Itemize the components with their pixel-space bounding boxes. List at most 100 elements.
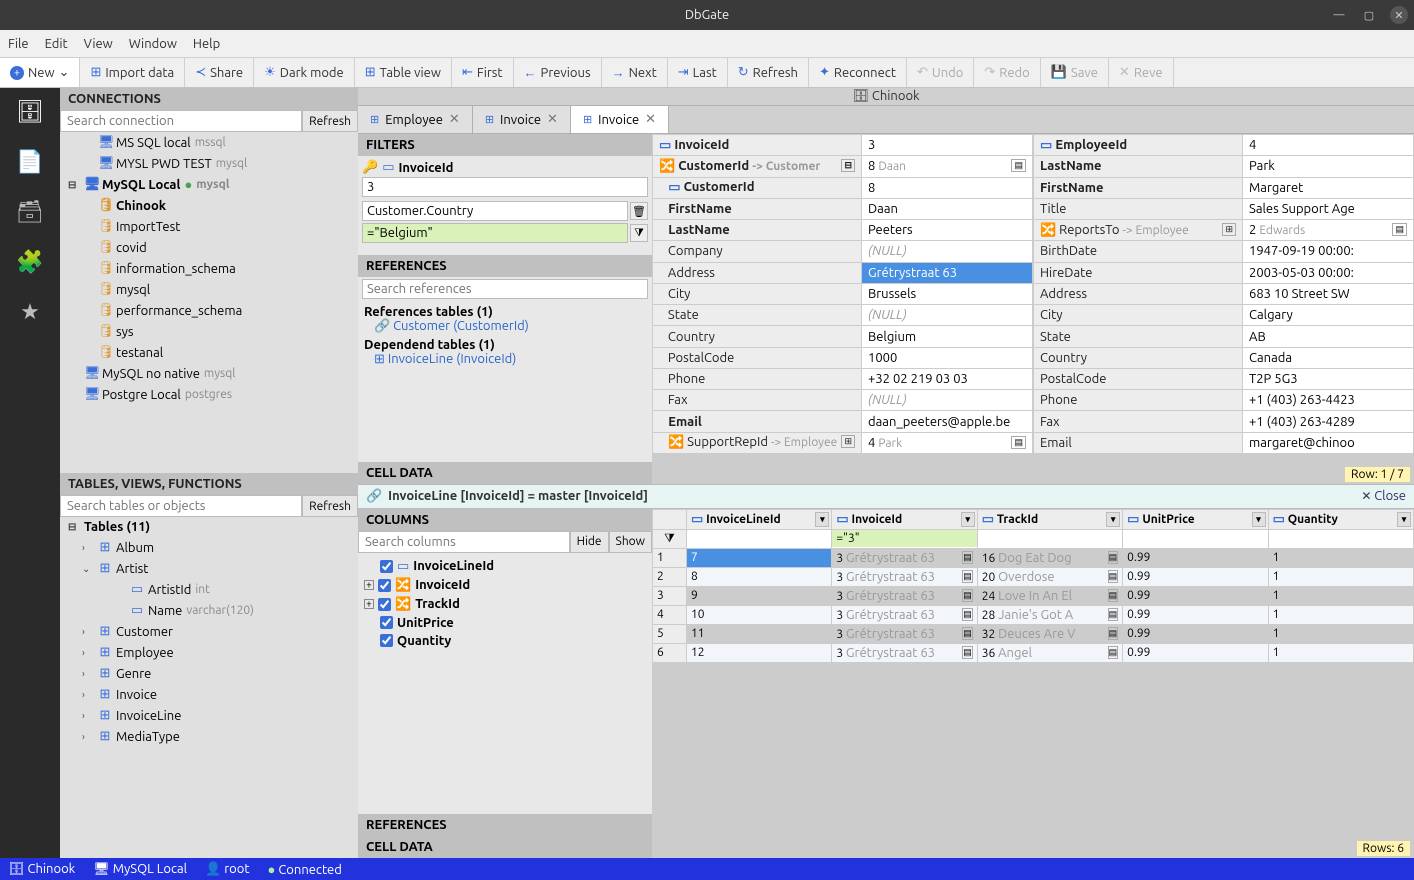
record-field-value[interactable]: 1947-09-19 00:00: <box>1243 241 1414 262</box>
column-item[interactable]: Quantity <box>364 632 646 650</box>
column-header[interactable]: ▭ UnitPrice▾ <box>1123 509 1268 529</box>
record-field-value[interactable]: 3 <box>862 135 1033 156</box>
column-item[interactable]: + 🔀 TrackId <box>364 595 646 614</box>
toolbar-reconnect-button[interactable]: ✦Reconnect <box>809 58 907 87</box>
expand-icon[interactable]: ⊟ <box>68 521 80 533</box>
record-field-value[interactable]: Margaret <box>1243 177 1414 198</box>
window-close-button[interactable]: ✕ <box>1390 6 1408 24</box>
window-maximize-button[interactable]: ▢ <box>1360 6 1378 24</box>
grid-cell[interactable]: 32 Deuces Are V▤ <box>977 624 1122 643</box>
filter-cell[interactable]: ⧩ <box>687 529 832 548</box>
grid-cell[interactable]: 3 Grétrystraat 63▤ <box>832 643 977 662</box>
form-icon[interactable]: ▤ <box>962 570 973 583</box>
filter-remove-button[interactable]: 🗑 <box>630 202 648 220</box>
sidebar-database-icon[interactable]: 🗄 <box>16 98 44 126</box>
expand-icon[interactable]: › <box>82 689 94 700</box>
record-field-label[interactable]: Country <box>653 326 862 347</box>
grid-cell[interactable]: 1 <box>1268 567 1413 586</box>
column-checkbox[interactable] <box>380 616 393 629</box>
table-item[interactable]: ⌄⊞Artist <box>60 558 358 579</box>
grid-cell[interactable]: 0.99 <box>1123 586 1268 605</box>
columns-search-input[interactable] <box>358 531 570 553</box>
connection-item[interactable]: 🛢covid <box>60 237 358 258</box>
form-icon[interactable]: ▤ <box>1108 570 1119 583</box>
toolbar-revert-button[interactable]: ✕Reve <box>1109 58 1174 87</box>
column-header[interactable]: ▭ Quantity▾ <box>1268 509 1413 529</box>
toolbar-first-button[interactable]: ⇤First <box>452 58 514 87</box>
expand-icon[interactable]: + <box>364 580 374 590</box>
tables-search-input[interactable] <box>60 495 302 517</box>
record-field-label[interactable]: Address <box>653 262 862 283</box>
form-icon[interactable]: ▤ <box>1108 646 1119 659</box>
menu-view[interactable]: View <box>84 37 113 51</box>
connections-search-input[interactable] <box>60 110 302 132</box>
form-icon[interactable]: ▤ <box>1011 436 1026 449</box>
record-field-value[interactable]: 8 <box>862 177 1033 198</box>
record-field-value[interactable]: (NULL) <box>862 305 1033 326</box>
filter-input[interactable] <box>978 530 1123 547</box>
columns-show-button[interactable]: Show <box>609 531 652 553</box>
connection-item[interactable]: 🛢sys <box>60 321 358 342</box>
tables-tree[interactable]: ⊟Tables (11)›⊞Album ⌄⊞Artist ▭ArtistId i… <box>60 517 358 858</box>
toolbar-save-button[interactable]: 💾Save <box>1041 58 1109 87</box>
column-header[interactable]: ▭ TrackId▾ <box>977 509 1122 529</box>
form-icon[interactable]: ▤ <box>962 608 973 621</box>
grid-cell[interactable]: 1 <box>1268 586 1413 605</box>
filter-input[interactable] <box>832 530 977 547</box>
tables-refresh-button[interactable]: Refresh <box>302 495 358 517</box>
record-field-label[interactable]: Company <box>653 241 862 262</box>
record-field-label[interactable]: State <box>1034 326 1243 347</box>
connections-refresh-button[interactable]: Refresh <box>302 110 358 132</box>
close-icon[interactable]: ✕ <box>449 112 460 127</box>
filter-input-customer-country[interactable] <box>362 223 628 243</box>
record-field-label[interactable]: HireDate <box>1034 262 1243 283</box>
column-checkbox[interactable] <box>378 598 391 611</box>
record-field-label[interactable]: 🔀 CustomerId -> Customer⊟ <box>653 156 862 177</box>
dep-tables-link[interactable]: InvoiceLine (InvoiceId) <box>388 352 516 366</box>
connections-tree[interactable]: 🖥MS SQL local mssql🖥MYSL PWD TEST mysql⊟… <box>60 132 358 473</box>
expand-icon[interactable]: › <box>82 542 94 553</box>
grid-cell[interactable]: 16 Dog Eat Dog▤ <box>977 548 1122 567</box>
connection-item[interactable]: 🛢testanal <box>60 342 358 363</box>
connection-item[interactable]: 🛢ImportTest <box>60 216 358 237</box>
row-number[interactable]: 2 <box>653 567 687 586</box>
record-field-label[interactable]: FirstName <box>653 198 862 219</box>
grid-cell[interactable]: 1 <box>1268 624 1413 643</box>
grid-cell[interactable]: 9 <box>687 586 832 605</box>
ref-tables-link[interactable]: Customer (CustomerId) <box>393 319 529 333</box>
record-field-label[interactable]: PostalCode <box>1034 368 1243 389</box>
expand-icon[interactable]: ⊞ <box>1222 223 1236 236</box>
record-field-label[interactable]: State <box>653 305 862 326</box>
column-header[interactable]: ▭ InvoiceId▾ <box>832 509 977 529</box>
form-icon[interactable]: ▤ <box>962 551 973 564</box>
sidebar-favorite-icon[interactable]: ★ <box>16 298 44 326</box>
expand-icon[interactable]: › <box>82 668 94 679</box>
expand-icon[interactable]: › <box>82 731 94 742</box>
expand-icon[interactable]: ⊟ <box>68 179 80 191</box>
row-number[interactable]: 6 <box>653 643 687 662</box>
toolbar-import-button[interactable]: ⊞Import data <box>80 58 185 87</box>
connection-item[interactable]: 🛢performance_schema <box>60 300 358 321</box>
grid-cell[interactable]: 7 <box>687 548 832 567</box>
column-checkbox[interactable] <box>380 634 393 647</box>
row-number[interactable]: 4 <box>653 605 687 624</box>
filter-funnel-button[interactable]: ⧩ <box>630 224 648 242</box>
dropdown-icon[interactable]: ▾ <box>961 512 975 527</box>
row-number[interactable]: 3 <box>653 586 687 605</box>
dropdown-icon[interactable]: ▾ <box>1252 512 1266 527</box>
window-minimize-button[interactable]: — <box>1330 6 1348 24</box>
filter-cell[interactable]: ⧩ <box>1268 529 1413 548</box>
table-item[interactable]: ▭ArtistId int <box>60 579 358 600</box>
record-field-value[interactable]: Canada <box>1243 347 1414 368</box>
toolbar-previous-button[interactable]: ←Previous <box>514 58 602 87</box>
expand-icon[interactable]: › <box>82 626 94 637</box>
record-field-value[interactable]: (NULL) <box>862 390 1033 411</box>
dropdown-icon[interactable]: ▾ <box>1397 512 1411 527</box>
toolbar-refresh-button[interactable]: ↻Refresh <box>728 58 809 87</box>
connection-item[interactable]: 🖥MySQL no native mysql <box>60 363 358 384</box>
filter-label-customer-country[interactable] <box>362 201 628 221</box>
form-icon[interactable]: ▤ <box>1108 608 1119 621</box>
record-field-value[interactable]: Park <box>1243 156 1414 177</box>
grid-cell[interactable]: 20 Overdose▤ <box>977 567 1122 586</box>
record-field-label[interactable]: 🔀 ReportsTo -> Employee⊞ <box>1034 220 1243 241</box>
